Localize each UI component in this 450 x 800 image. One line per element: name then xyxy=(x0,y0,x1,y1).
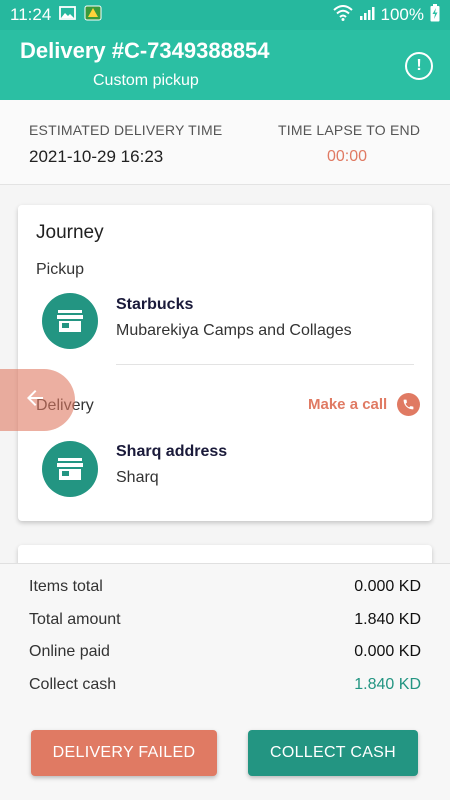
summary-label: Online paid xyxy=(29,643,110,660)
phone-icon xyxy=(397,393,421,416)
image-icon xyxy=(59,5,77,25)
page-subtitle: Custom pickup xyxy=(93,72,199,89)
summary-value: 1.840 KD xyxy=(354,611,421,628)
summary-row: Items total 0.000 KD xyxy=(29,575,421,599)
summary-label: Items total xyxy=(29,578,103,595)
app-header: Delivery #C-7349388854 Custom pickup ! xyxy=(0,30,450,100)
status-time: 11:24 xyxy=(10,5,52,24)
time-lapse-value: 00:00 xyxy=(327,148,368,165)
battery-percent: 100% xyxy=(380,5,424,24)
delivery-failed-button[interactable]: DELIVERY FAILED xyxy=(31,730,217,776)
journey-title: Journey xyxy=(36,222,104,243)
pickup-name: Starbucks xyxy=(116,296,194,313)
delivery-name: Sharq address xyxy=(116,443,228,460)
game-app-icon xyxy=(84,4,102,27)
estimated-time-label: ESTIMATED DELIVERY TIME xyxy=(29,122,223,138)
divider xyxy=(116,364,414,365)
time-lapse-label: TIME LAPSE TO END xyxy=(278,122,421,138)
status-bar: 11:24 100% xyxy=(0,0,450,30)
pickup-label: Pickup xyxy=(36,261,85,278)
summary-label: Collect cash xyxy=(29,676,117,693)
summary-value: 0.000 KD xyxy=(354,643,421,660)
summary-value: 0.000 KD xyxy=(354,578,421,595)
estimated-time-value: 2021-10-29 16:23 xyxy=(29,147,164,166)
delivery-time-section: ESTIMATED DELIVERY TIME 2021-10-29 16:23… xyxy=(0,100,450,185)
payment-summary: Items total 0.000 KD Total amount 1.840 … xyxy=(0,563,450,800)
make-call-button[interactable]: Make a call xyxy=(308,393,421,416)
make-call-label: Make a call xyxy=(308,396,388,413)
wifi-icon xyxy=(332,4,353,26)
delivery-store-icon xyxy=(42,441,98,497)
pickup-store-icon xyxy=(42,293,98,349)
collect-cash-value: 1.840 KD xyxy=(354,676,421,693)
summary-label: Total amount xyxy=(29,611,121,628)
battery-charging-icon xyxy=(430,3,440,27)
page-title: Delivery #C-7349388854 xyxy=(20,38,270,63)
pickup-address: Mubarekiya Camps and Collages xyxy=(116,322,352,339)
signal-icon xyxy=(359,5,375,26)
summary-row: Collect cash 1.840 KD xyxy=(29,673,421,697)
back-button[interactable] xyxy=(0,369,75,431)
journey-card: Journey Pickup Starbucks Mubarekiya Camp… xyxy=(18,205,432,521)
arrow-left-icon xyxy=(23,386,47,415)
collect-cash-button[interactable]: COLLECT CASH xyxy=(248,730,418,776)
info-icon[interactable]: ! xyxy=(405,52,433,80)
summary-row: Online paid 0.000 KD xyxy=(29,640,421,664)
summary-row: Total amount 1.840 KD xyxy=(29,608,421,632)
delivery-address: Sharq xyxy=(116,469,159,486)
